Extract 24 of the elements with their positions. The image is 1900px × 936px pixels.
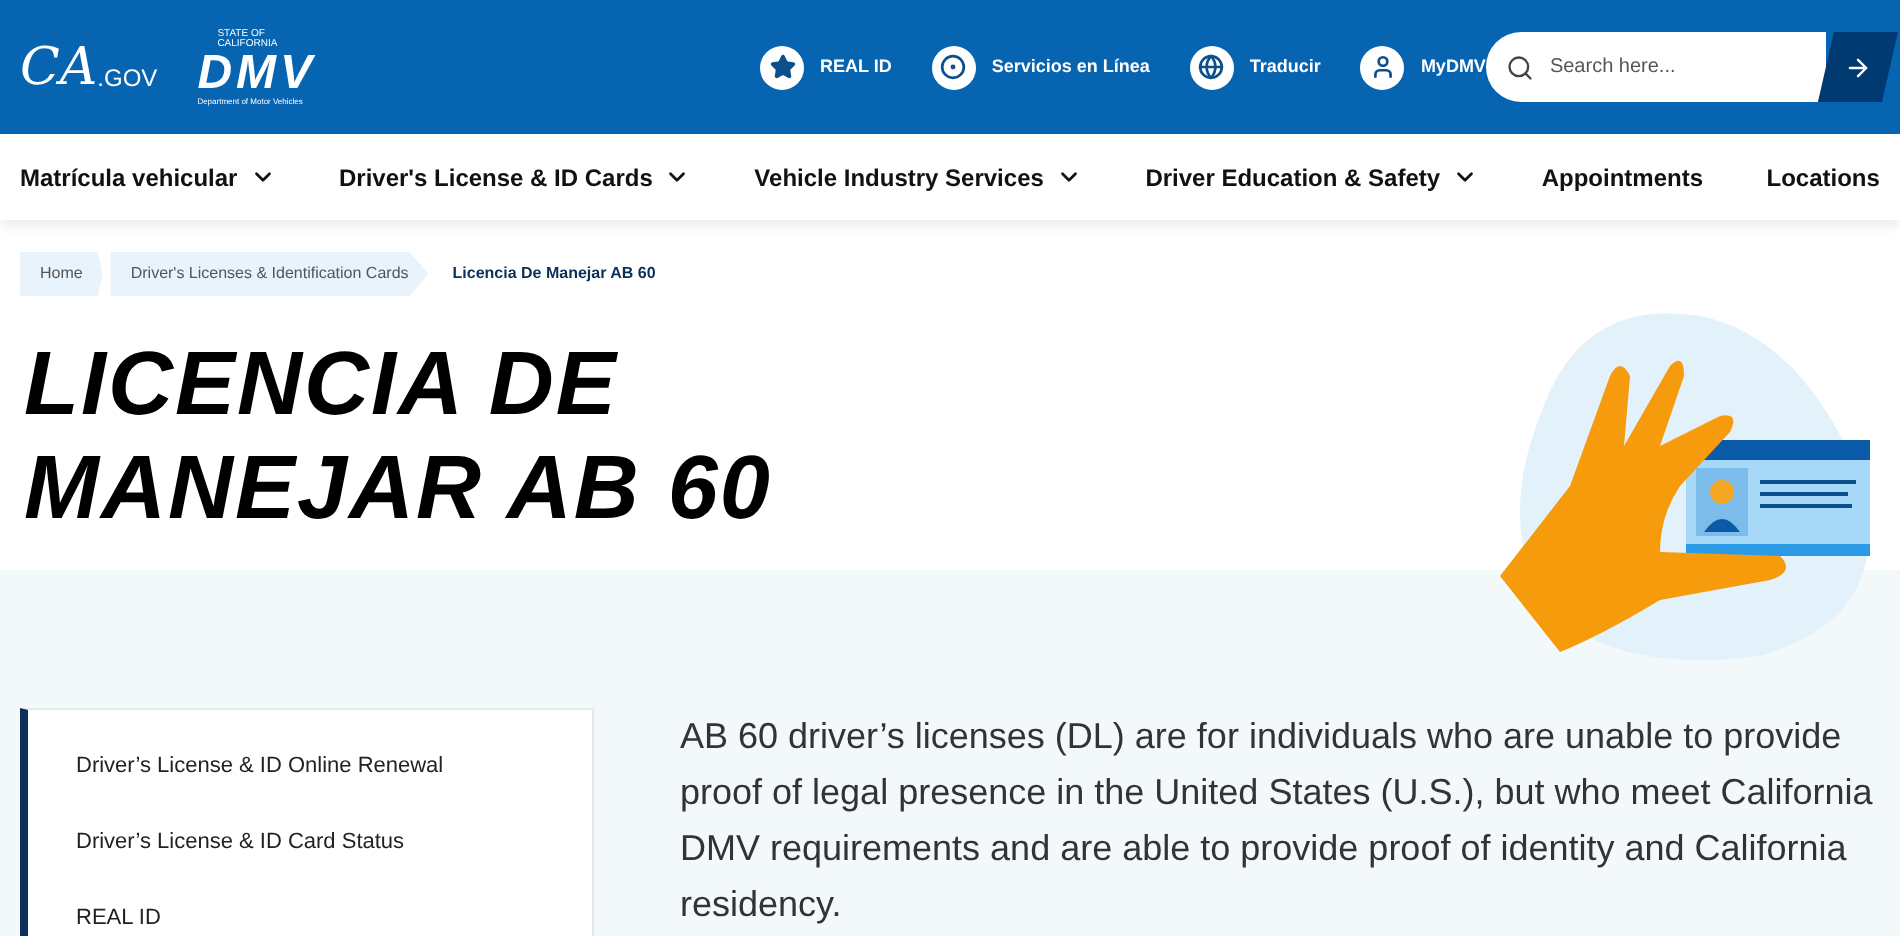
sidebar-item[interactable]: REAL ID <box>76 902 161 936</box>
nav-item[interactable]: Driver's License & ID Cards <box>338 159 691 195</box>
intro-paragraph: AB 60 driver’s licenses (DL) are for individuals who are unable to provide proof of legal presence in the United States (U.S.), but who meet California DMV requirements and are able to provide proof of identity and California residency. <box>680 714 1875 928</box>
user-icon <box>1360 45 1405 89</box>
search-icon <box>1505 53 1534 81</box>
header-link[interactable]: REAL ID <box>760 45 892 89</box>
breadcrumb-item[interactable]: Home <box>20 252 103 296</box>
ca-gov-logo[interactable]: CA.GOV <box>20 41 158 93</box>
header-link[interactable]: MyDMV <box>1360 45 1486 89</box>
wheel-icon <box>931 45 976 89</box>
search-field[interactable]: Search here... <box>1485 32 1826 102</box>
globe-icon <box>1189 45 1234 89</box>
page-title: LICENCIA DE MANEJAR AB 60 <box>24 332 774 540</box>
breadcrumb-item[interactable]: Driver's Licenses & Identification Cards <box>110 252 429 296</box>
sidebar-item[interactable]: Driver’s License & ID Online Renewal <box>76 750 444 784</box>
sidebar-item[interactable]: Driver’s License & ID Card Status <box>76 826 405 860</box>
nav-item[interactable]: Locations <box>1766 159 1880 195</box>
nav-item[interactable]: Matrícula vehicular <box>20 159 276 195</box>
header-link[interactable]: Servicios en Línea <box>931 45 1150 89</box>
nav-item[interactable]: Vehicle Industry Services <box>754 159 1082 195</box>
header-link[interactable]: Traducir <box>1189 45 1321 89</box>
nav-item[interactable]: Driver Education & Safety <box>1145 159 1479 195</box>
breadcrumb-item[interactable]: Licencia De Manejar AB 60 <box>436 252 672 296</box>
nav-item[interactable]: Appointments <box>1541 159 1703 195</box>
